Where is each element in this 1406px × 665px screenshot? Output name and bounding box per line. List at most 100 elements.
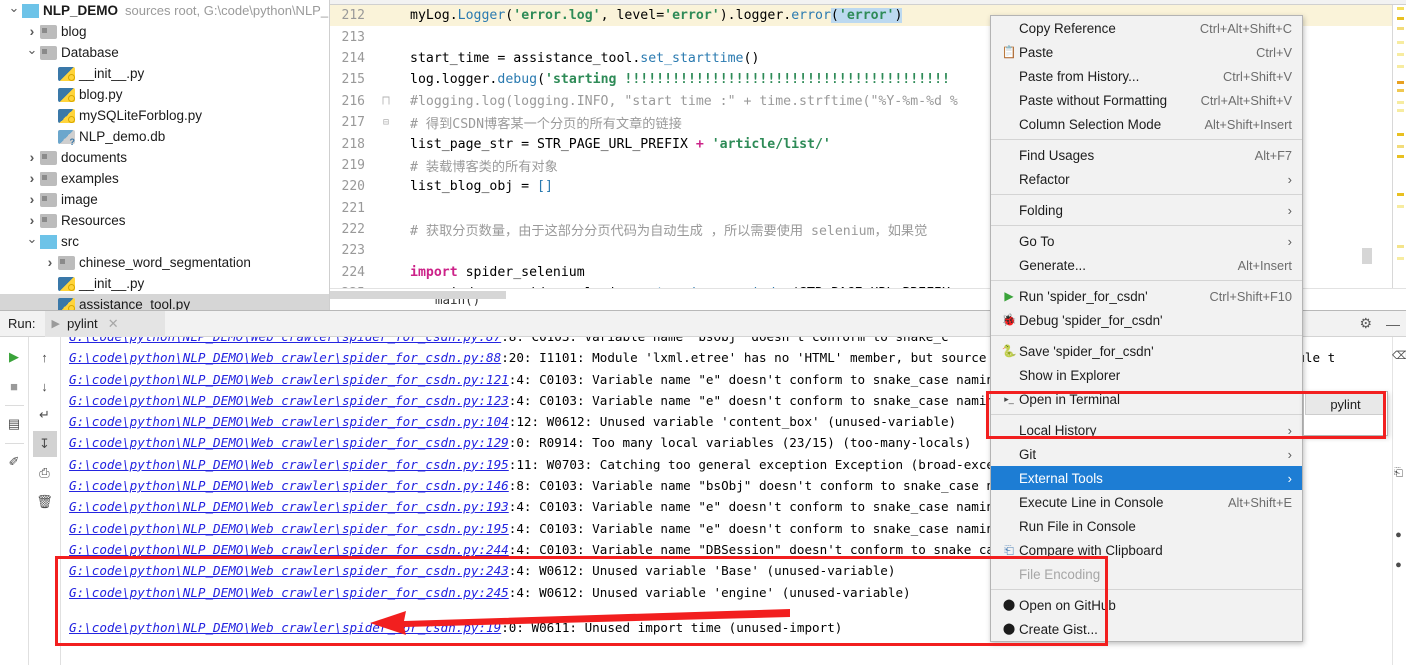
scroll-to-end-button[interactable]: ↧ [32,431,57,457]
terminal-icon[interactable]: ⌫ [1392,349,1406,364]
editor-scroll-thumb[interactable] [1362,248,1372,264]
stop-button[interactable]: ■ [2,373,26,399]
context-menu-item-git[interactable]: Git › [991,442,1302,466]
error-stripe-mark[interactable] [1397,133,1404,136]
error-stripe-mark[interactable] [1397,257,1404,260]
console-file-link[interactable]: G:\code\python\NLP_DEMO\Web crawler\spid… [69,414,509,429]
down-the-stack-button[interactable]: ↓ [33,373,57,399]
tree-item-blog[interactable]: blog [0,21,329,42]
context-menu-item-paste-without-formatting[interactable]: Paste without Formatting Ctrl+Alt+Shift+V [991,88,1302,112]
console-file-link[interactable]: G:\code\python\NLP_DEMO\Web crawler\spid… [69,350,501,365]
error-stripe-mark[interactable] [1397,109,1404,112]
tree-item-mysqliteforblog-py[interactable]: mySQLiteForblog.py [0,105,329,126]
project-tree-panel[interactable]: NLP_DEMO sources root, G:\code\python\NLP… [0,0,330,310]
layout-button[interactable]: ▤ [2,411,26,437]
context-menu-item-compare-with-clipboard[interactable]: ⎗ Compare with Clipboard [991,538,1302,562]
context-menu-item-debug-spider-for-csdn[interactable]: 🐞 Debug 'spider_for_csdn' [991,308,1302,332]
tree-item-examples[interactable]: examples [0,168,329,189]
fold-marker-icon[interactable]: ⨅ [374,96,398,107]
tree-item-nlp-demo-db[interactable]: NLP_demo.db [0,126,329,147]
console-file-link[interactable]: G:\code\python\NLP_DEMO\Web crawler\spid… [69,499,509,514]
console-file-link[interactable]: G:\code\python\NLP_DEMO\Web crawler\spid… [69,337,501,344]
context-menu-item-local-history[interactable]: Local History › [991,418,1302,442]
tree-item-nlp-demo[interactable]: NLP_DEMO sources root, G:\code\python\NLP… [0,0,329,21]
error-stripe-mark[interactable] [1397,81,1404,84]
editor-vertical-scrollbar[interactable] [1362,5,1372,288]
chevron-right-icon[interactable] [24,213,40,228]
tree-horizontal-scrollbar[interactable] [330,291,506,299]
console-file-link[interactable]: G:\code\python\NLP_DEMO\Web crawler\spid… [69,435,509,450]
context-menu-item-open-in-terminal[interactable]: ▸_ Open in Terminal [991,387,1302,411]
error-stripe-mark[interactable] [1397,27,1404,30]
close-icon[interactable]: ✕ [98,316,119,332]
run-toolbar-primary[interactable]: ▶ ■ ▤ ✐ [0,337,29,665]
context-menu-item-generate[interactable]: Generate... Alt+Insert [991,253,1302,277]
error-stripe-marker-bar[interactable] [1392,5,1406,288]
chevron-down-icon[interactable] [24,46,40,60]
chevron-right-icon[interactable] [24,171,40,186]
editor-context-menu[interactable]: Copy Reference Ctrl+Alt+Shift+C 📋 Paste Ctrl… [990,15,1303,642]
tree-item-src[interactable]: src [0,231,329,252]
console-side-icons[interactable]: ⌫ ⎗ ● ● [1392,337,1406,665]
context-menu-item-refactor[interactable]: Refactor › [991,167,1302,191]
chevron-right-icon[interactable] [24,150,40,165]
tree-item-documents[interactable]: documents [0,147,329,168]
external-tools-submenu[interactable]: pylint [1303,391,1388,436]
console-file-link[interactable]: G:\code\python\NLP_DEMO\Web crawler\spid… [69,478,509,493]
console-file-link[interactable]: G:\code\python\NLP_DEMO\Web crawler\spid… [69,521,509,536]
console-file-link[interactable]: G:\code\python\NLP_DEMO\Web crawler\spid… [69,563,509,578]
context-menu-item-run-file-in-console[interactable]: Run File in Console [991,514,1302,538]
chevron-right-icon[interactable] [24,192,40,207]
console-file-link[interactable]: G:\code\python\NLP_DEMO\Web crawler\spid… [69,393,509,408]
print-button[interactable]: ⎙ [33,460,57,486]
settings-gear-icon[interactable]: ⚙ [1359,315,1372,332]
tree-item--init-py[interactable]: __init__.py [0,63,329,84]
context-menu-item-external-tools[interactable]: External Tools › [991,466,1302,490]
context-menu-item-copy-reference[interactable]: Copy Reference Ctrl+Alt+Shift+C [991,16,1302,40]
context-menu-item-run-spider-for-csdn[interactable]: ▶ Run 'spider_for_csdn' Ctrl+Shift+F10 [991,284,1302,308]
compare-icon[interactable]: ⎗ [1392,467,1405,482]
run-tab-pylint[interactable]: ▶ pylint ✕ [45,310,166,337]
error-stripe-mark[interactable] [1397,41,1404,44]
context-menu-item-save-spider-for-csdn[interactable]: 🐍 Save 'spider_for_csdn' [991,339,1302,363]
run-toolbar-secondary[interactable]: ↑ ↓ ↵ ↧ ⎙ 🗑 [29,337,61,665]
chevron-down-icon[interactable] [6,4,22,18]
soft-wrap-button[interactable]: ↵ [33,402,57,428]
tree-item-blog-py[interactable]: blog.py [0,84,329,105]
chevron-right-icon[interactable] [24,24,40,39]
up-the-stack-button[interactable]: ↑ [33,344,57,370]
clear-all-button[interactable]: 🗑 [33,489,57,515]
error-stripe-mark[interactable] [1397,65,1404,68]
error-stripe-mark[interactable] [1397,155,1404,158]
tree-item-resources[interactable]: Resources [0,210,329,231]
github-icon-1[interactable]: ● [1392,529,1405,544]
error-stripe-mark[interactable] [1397,245,1404,248]
context-menu-item-find-usages[interactable]: Find Usages Alt+F7 [991,143,1302,167]
context-menu-item-go-to[interactable]: Go To › [991,229,1302,253]
context-menu-item-open-on-github[interactable]: ⬤ Open on GitHub [991,593,1302,617]
submenu-item-pylint[interactable]: pylint [1305,393,1386,415]
tree-item--init-py[interactable]: __init__.py [0,273,329,294]
error-stripe-mark[interactable] [1397,101,1404,104]
context-menu-item-show-in-explorer[interactable]: Show in Explorer [991,363,1302,387]
error-stripe-mark[interactable] [1397,7,1404,10]
context-menu-item-paste[interactable]: 📋 Paste Ctrl+V [991,40,1302,64]
context-menu-item-paste-from-history[interactable]: Paste from History... Ctrl+Shift+V [991,64,1302,88]
fold-marker-icon[interactable]: ⊟ [374,117,398,128]
error-stripe-mark[interactable] [1397,193,1404,196]
tree-item-database[interactable]: Database [0,42,329,63]
tree-item-chinese-word-segmentation[interactable]: chinese_word_segmentation [0,252,329,273]
context-menu-item-column-selection-mode[interactable]: Column Selection Mode Alt+Shift+Insert [991,112,1302,136]
tree-item-image[interactable]: image [0,189,329,210]
console-file-link[interactable]: G:\code\python\NLP_DEMO\Web crawler\spid… [69,372,509,387]
error-stripe-mark[interactable] [1397,205,1404,208]
console-file-link[interactable]: G:\code\python\NLP_DEMO\Web crawler\spid… [69,585,509,600]
github-icon-2[interactable]: ● [1392,559,1405,574]
hide-window-icon[interactable]: — [1386,316,1400,332]
run-header-icons[interactable]: ⚙ — [1359,315,1406,332]
rerun-button[interactable]: ▶ [2,344,26,370]
pin-tab-button[interactable]: ✐ [2,449,26,475]
error-stripe-mark[interactable] [1397,89,1404,92]
tree-item-assistance-tool-py[interactable]: assistance_tool.py [0,294,329,310]
console-file-link[interactable]: G:\code\python\NLP_DEMO\Web crawler\spid… [69,542,509,557]
